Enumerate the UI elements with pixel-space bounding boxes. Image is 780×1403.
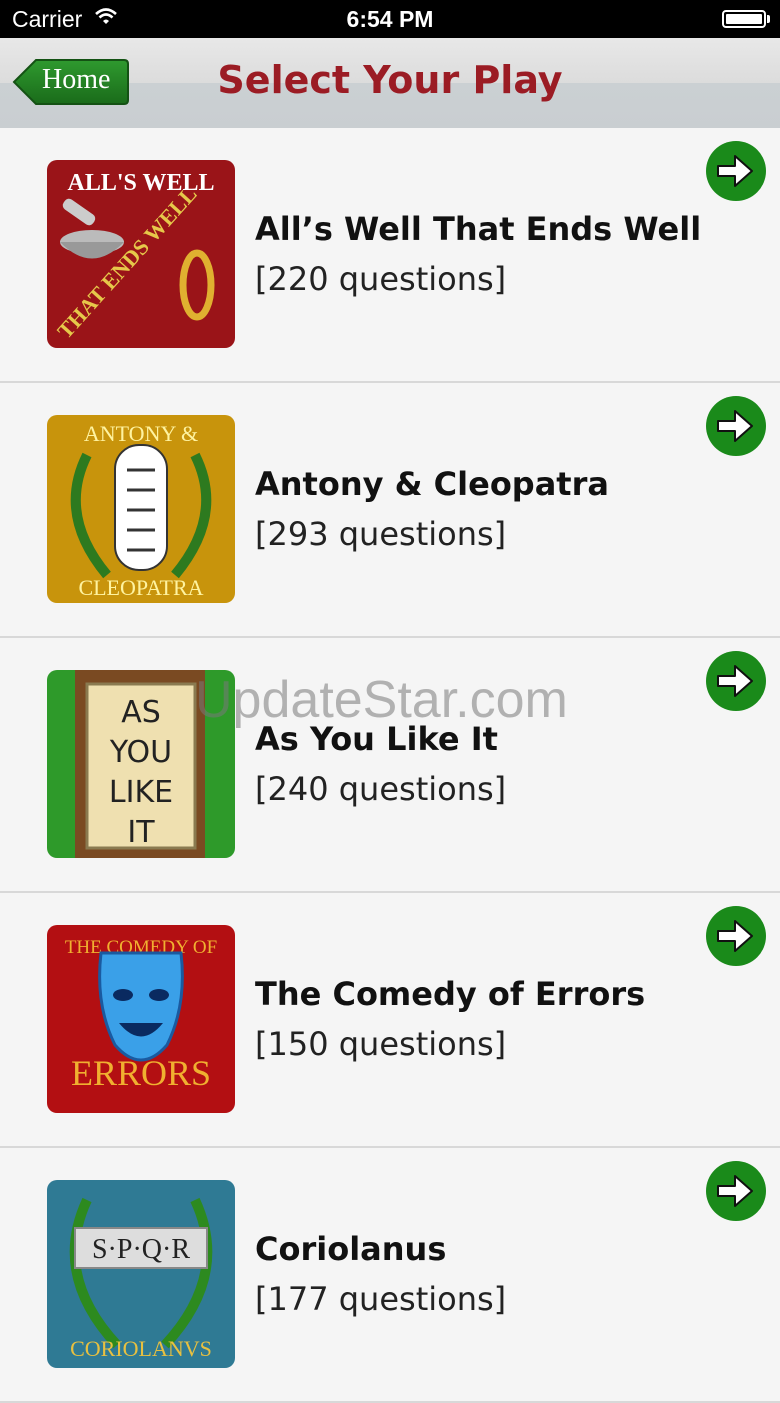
art-text-ayli-1: AS	[121, 695, 161, 730]
battery-tip	[767, 15, 770, 23]
play-title: As You Like It	[255, 720, 498, 758]
art-text-antony-bottom: CLEOPATRA	[78, 575, 203, 600]
play-artwork-as-you-like-it: AS YOU LIKE IT	[47, 670, 235, 858]
play-row-as-you-like-it[interactable]: AS YOU LIKE IT As You Like It [240 quest…	[0, 638, 780, 893]
play-artwork-alls-well: ALL'S WELL THAT ENDS WELL	[47, 160, 235, 348]
art-text-coriolanus-bottom: CORIOLANVS	[70, 1336, 212, 1361]
play-artwork-coriolanus: S·P·Q·R CORIOLANVS	[47, 1180, 235, 1368]
go-arrow-icon[interactable]	[706, 1161, 766, 1221]
art-text-ayli-2: YOU	[109, 735, 172, 770]
art-text-ayli-4: IT	[127, 815, 155, 850]
play-artwork-antony-cleopatra: ANTONY & CLEOPATRA	[47, 415, 235, 603]
play-row-antony-cleopatra[interactable]: ANTONY & CLEOPATRA Antony & Cleopatra [2…	[0, 383, 780, 638]
play-title: Coriolanus	[255, 1230, 447, 1268]
play-row-coriolanus[interactable]: S·P·Q·R CORIOLANVS Coriolanus [177 quest…	[0, 1148, 780, 1403]
play-title: Antony & Cleopatra	[255, 465, 609, 503]
play-row-comedy-of-errors[interactable]: THE COMEDY OF ERRORS The Comedy of Error…	[0, 893, 780, 1148]
question-count: [240 questions]	[255, 770, 507, 808]
question-count: [220 questions]	[255, 260, 507, 298]
battery-icon	[722, 10, 766, 28]
play-title: All’s Well That Ends Well	[255, 210, 702, 248]
art-text-coriolanus-top: S·P·Q·R	[92, 1234, 190, 1265]
navigation-bar: Home Select Your Play	[0, 38, 780, 129]
go-arrow-icon[interactable]	[706, 396, 766, 456]
art-text-comedy-bottom: ERRORS	[71, 1053, 211, 1093]
question-count: [293 questions]	[255, 515, 507, 553]
play-title: The Comedy of Errors	[255, 975, 646, 1013]
art-text-antony-top: ANTONY &	[84, 421, 198, 446]
question-count: [150 questions]	[255, 1025, 507, 1063]
page-title: Select Your Play	[217, 58, 563, 102]
clock-time: 6:54 PM	[346, 6, 434, 32]
go-arrow-icon[interactable]	[706, 906, 766, 966]
status-bar: Carrier 6:54 PM	[0, 0, 780, 38]
play-artwork-comedy-of-errors: THE COMEDY OF ERRORS	[47, 925, 235, 1113]
go-arrow-icon[interactable]	[706, 141, 766, 201]
play-row-alls-well[interactable]: ALL'S WELL THAT ENDS WELL All’s Well Tha…	[0, 128, 780, 383]
play-list: ALL'S WELL THAT ENDS WELL All’s Well Tha…	[0, 128, 780, 1403]
art-text-ayli-3: LIKE	[109, 775, 173, 810]
go-arrow-icon[interactable]	[706, 651, 766, 711]
question-count: [177 questions]	[255, 1280, 507, 1318]
